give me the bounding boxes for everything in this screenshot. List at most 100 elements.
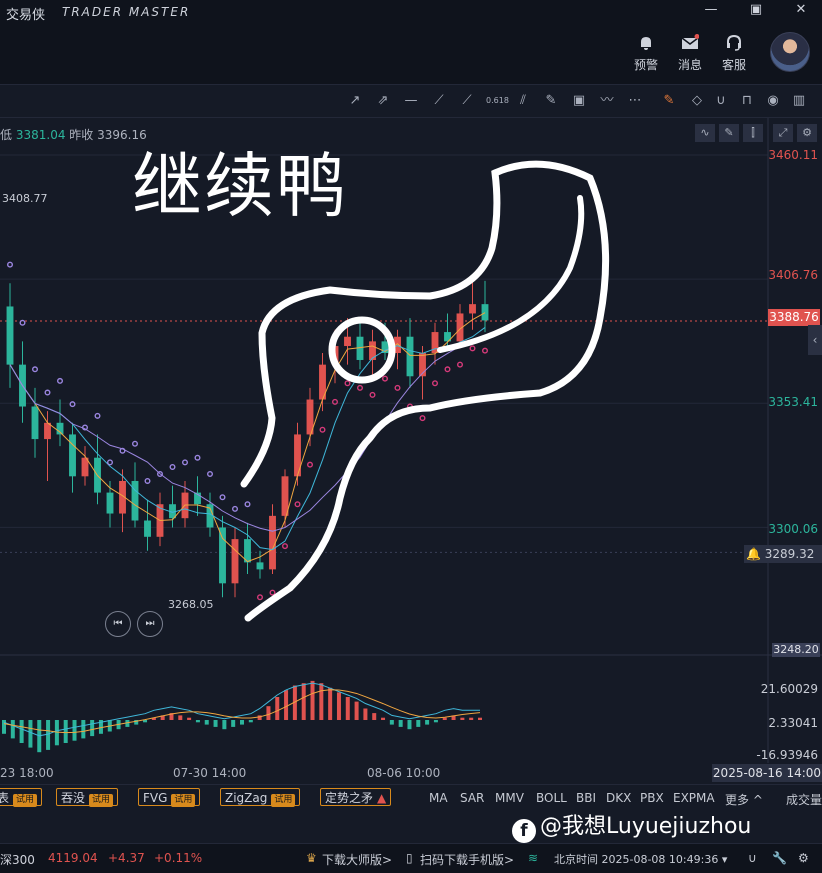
indicator-icon[interactable]: ∿ [695,124,715,142]
candle-type-icon[interactable]: ⫿ [743,124,763,142]
candle-body [256,562,264,570]
crown-icon: ♛ [306,851,317,865]
macd-bar [336,692,341,720]
sar-dot [231,505,238,512]
avatar[interactable] [770,32,810,72]
handwritten-annotation: 继续鸭 [132,145,348,227]
indicator-button-label: 吞没 [61,791,86,805]
sar-dot [194,454,201,461]
trend-line-tool-icon[interactable]: ⟋ [458,92,476,110]
macd-bar [469,717,474,720]
sar-dot [32,366,39,373]
service-button[interactable]: 客服 [714,34,754,73]
unlock-tool-icon[interactable]: ⊓ [738,92,756,110]
brush-tool-icon[interactable]: ✎ [542,92,560,110]
ray-line-tool-icon[interactable]: ↗ [346,92,364,110]
sar-dot [382,375,389,382]
macd-bar [204,720,209,725]
indicator-dkx[interactable]: DKX [606,791,631,805]
indicator-sar[interactable]: SAR [460,791,484,805]
bell-icon: 🔔 [746,547,761,561]
step-forward-button[interactable]: ⏭ [137,611,163,637]
indicator-button[interactable]: 定势之矛 ▲ [320,788,392,806]
pen-icon[interactable]: ✎ [719,124,739,142]
headset-icon [727,34,741,51]
indicator-bar: 表试用 吞没 试用 FVG 试用 ZigZag 试用 定势之矛 ▲ MA SAR MMV… [0,784,822,811]
close-button[interactable]: ✕ [790,2,812,22]
magnet-icon[interactable]: ∪ [748,851,757,865]
bell-icon [641,37,651,50]
indicator-expma[interactable]: EXPMA [673,791,715,805]
indicator-ma[interactable]: MA [429,791,448,805]
dashed-ray-tool-icon[interactable]: ⇗ [374,92,392,110]
indicator-button[interactable]: 表试用 [0,788,43,807]
price-tick: 3248.20 [772,643,820,657]
restore-button[interactable]: ▣ [745,2,767,22]
wrench-icon[interactable]: 🔧 [772,851,787,865]
magnet-tool-icon[interactable]: ∪ [712,92,730,110]
sar-dot [319,426,326,433]
download-master-link[interactable]: 下载大师版> [322,851,392,868]
index-name[interactable]: 深300 [0,851,35,868]
collapse-panel-button[interactable]: ‹ [808,325,822,355]
candle-body [231,539,239,584]
sar-dot [69,401,76,408]
indicator-button-label: 表 [0,791,10,805]
more-indicators-button[interactable]: 更多 ^ [725,791,763,808]
sar-dot [307,461,314,468]
price-tick: 3300.06 [768,522,818,536]
indicator-mmv[interactable]: MMV [495,791,524,805]
low-marker-label: 3268.05 [168,598,214,611]
sar-dot [419,415,426,422]
trial-tag: 试用 [171,794,196,807]
message-button[interactable]: 消息 [670,34,710,73]
indicator-button[interactable]: 吞没 试用 [56,788,119,807]
indicator-button[interactable]: ZigZag 试用 [220,788,301,807]
volume-tab[interactable]: 成交量 [786,791,822,808]
header: 预警 消息 客服 [0,24,822,85]
macd-bar [363,708,368,720]
minimize-button[interactable]: — [700,2,722,22]
trial-tag: 试用 [89,794,114,807]
eye-tool-icon[interactable]: ◉ [764,92,782,110]
fibonacci-tool-icon[interactable]: 0.618 [486,92,509,110]
image-tool-icon[interactable]: ▣ [570,92,588,110]
macd-bar [19,720,24,743]
step-back-button[interactable]: ⏮ [105,611,131,637]
sar-dot [457,361,464,368]
fan-tool-icon[interactable]: ⫽ [514,92,532,110]
alert-price-value: 3289.32 [764,547,815,561]
high-marker-label: 3408.77 [2,192,48,205]
title-bar: 交易侠 TRADER MASTER — ▣ ✕ [0,0,822,24]
status-bar: 深300 4119.04 +4.37 +0.11% ♛ 下载大师版> ▯ 扫码下… [0,843,822,873]
indicator-boll[interactable]: BOLL [536,791,567,805]
candle-body [44,422,51,440]
doodle-outline [240,160,610,622]
settings-icon[interactable]: ⚙ [797,124,817,142]
eraser-tool-icon[interactable]: ◇ [688,92,706,110]
scan-mobile-link[interactable]: 扫码下载手机版> [420,851,514,868]
indicator-pbx[interactable]: PBX [640,791,664,805]
macd-bar [213,720,218,727]
macd-bar [433,720,438,723]
alert-price-label[interactable]: 🔔 3289.32 [744,545,822,563]
macd-bar [46,720,51,750]
wave-tool-icon[interactable]: 〰 [598,92,616,110]
indicator-bbi[interactable]: BBI [576,791,596,805]
gear-icon[interactable]: ⚙ [798,851,809,865]
more-tools-icon[interactable]: ⋯ [626,92,644,110]
segment-tool-icon[interactable]: ⟋ [430,92,448,110]
macd-bar [222,720,227,730]
candlestick-chart[interactable] [0,118,822,763]
macd-bar [345,697,350,720]
horizontal-line-tool-icon[interactable]: — [402,92,420,110]
edit-tool-icon[interactable]: ✎ [660,92,678,110]
trash-tool-icon[interactable]: ▥ [790,92,808,110]
expand-icon[interactable]: ⤢ [773,124,793,142]
clock-text[interactable]: 北京时间 2025-08-08 10:49:36 ▾ [554,851,727,867]
facebook-logo-icon: f [512,819,536,843]
alert-button[interactable]: 预警 [626,34,666,73]
indicator-button[interactable]: FVG 试用 [138,788,201,807]
alert-label: 预警 [633,58,658,72]
macd-bar [407,720,412,730]
